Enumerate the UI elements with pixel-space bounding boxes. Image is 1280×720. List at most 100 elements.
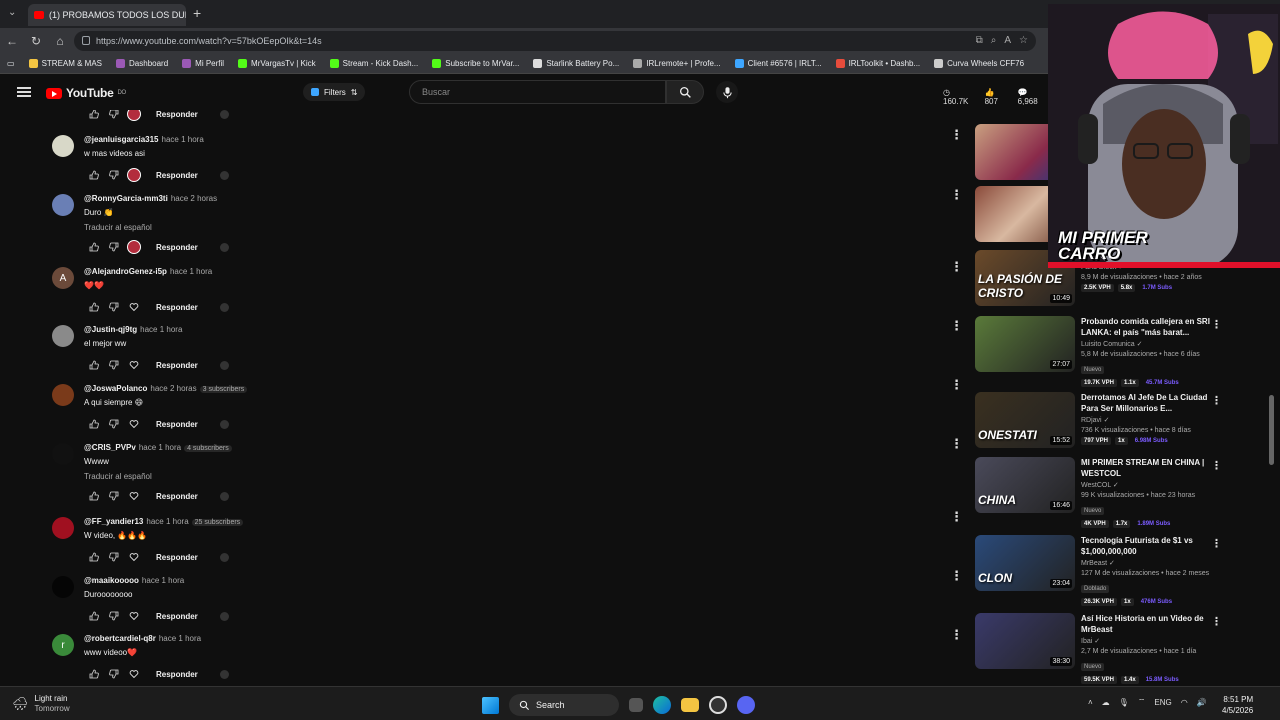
video-title[interactable]: MI PRIMER STREAM EN CHINA | WESTCOL xyxy=(1081,457,1216,479)
heart-icon[interactable] xyxy=(124,358,144,372)
video-title[interactable]: Así Hice Historia en un Video de MrBeast xyxy=(1081,613,1216,635)
comment-time[interactable]: hace 1 hora xyxy=(162,135,204,144)
heart-icon[interactable] xyxy=(124,300,144,314)
dislike-icon[interactable] xyxy=(104,168,124,182)
like-icon[interactable] xyxy=(84,417,104,431)
comment-time[interactable]: hace 1 hora xyxy=(170,267,212,276)
more-actions-icon[interactable]: ⋮ xyxy=(950,510,963,523)
bookmark-item[interactable]: Mi Perfil xyxy=(175,59,231,68)
like-icon[interactable] xyxy=(84,300,104,314)
network-icon[interactable]: ⌔ xyxy=(1138,697,1146,707)
taskbar-search[interactable]: Search xyxy=(509,694,619,716)
reply-button[interactable]: Responder xyxy=(156,171,198,180)
read-aloud-icon[interactable]: A xyxy=(1004,35,1011,46)
like-icon[interactable] xyxy=(84,168,104,182)
like-icon[interactable] xyxy=(84,110,104,121)
comment-author[interactable]: @robertcardiel-q8r xyxy=(84,634,156,643)
bookmarks-menu-icon[interactable]: ▭ xyxy=(0,59,22,68)
favorite-star-icon[interactable]: ☆ xyxy=(1019,35,1028,46)
bookmark-item[interactable]: Client #6576 | IRLT... xyxy=(728,59,829,68)
like-icon[interactable] xyxy=(84,667,104,681)
dislike-icon[interactable] xyxy=(104,489,124,503)
like-icon[interactable] xyxy=(84,609,104,623)
voice-search-button[interactable] xyxy=(716,81,738,103)
bookmark-item[interactable]: IRLToolkit • Dashb... xyxy=(829,59,928,68)
bookmark-item[interactable]: Curva Wheels CFF76 xyxy=(927,59,1031,68)
task-view-icon[interactable] xyxy=(629,698,643,712)
dislike-icon[interactable] xyxy=(104,667,124,681)
browser-tab-active[interactable]: (1) PROBAMOS TODOS LOS DULC ✕ xyxy=(28,4,186,26)
dislike-icon[interactable] xyxy=(104,240,124,254)
more-actions-icon[interactable]: ⋮ xyxy=(950,569,963,582)
comment-author[interactable]: @CRIS_PVPv xyxy=(84,443,136,452)
onedrive-icon[interactable]: ☁ xyxy=(1102,698,1110,707)
comment-author[interactable]: @FF_yandier13 xyxy=(84,517,143,526)
reply-button[interactable]: Responder xyxy=(156,420,198,429)
obs-app-icon[interactable] xyxy=(709,696,727,714)
dislike-icon[interactable] xyxy=(104,358,124,372)
dislike-icon[interactable] xyxy=(104,300,124,314)
discord-app-icon[interactable] xyxy=(737,696,755,714)
reload-icon[interactable]: ↻ xyxy=(24,34,48,48)
avatar[interactable] xyxy=(52,384,74,406)
youtube-logo[interactable]: YouTube DO xyxy=(46,86,126,100)
wifi-icon[interactable]: ◠ xyxy=(1181,698,1188,707)
avatar[interactable] xyxy=(52,576,74,598)
avatar[interactable] xyxy=(52,325,74,347)
home-icon[interactable]: ⌂ xyxy=(48,34,72,48)
search-button[interactable] xyxy=(666,80,704,104)
heart-icon[interactable] xyxy=(124,417,144,431)
avatar[interactable]: r xyxy=(52,634,74,656)
more-actions-icon[interactable]: ⋮ xyxy=(950,260,963,273)
bookmark-item[interactable]: MrVargasTv | Kick xyxy=(231,59,323,68)
video-thumbnail[interactable]: 38:30 xyxy=(975,613,1075,669)
comment-author[interactable]: @AlejandroGenez-i5p xyxy=(84,267,167,276)
channel-name[interactable]: MrBeast ✓ xyxy=(1081,559,1216,567)
channel-name[interactable]: Luisito Comunica ✓ xyxy=(1081,340,1216,348)
windows-start-icon[interactable] xyxy=(482,696,499,714)
comment-time[interactable]: hace 1 hora xyxy=(139,443,181,452)
channel-name[interactable]: RDjavi ✓ xyxy=(1081,416,1216,424)
comment-author[interactable]: @JoswaPolanco xyxy=(84,384,147,393)
filters-button[interactable]: Filters ⇅ xyxy=(303,83,366,101)
tab-list-icon[interactable]: ⌄ xyxy=(8,7,16,18)
like-icon[interactable] xyxy=(84,240,104,254)
sidebar-video[interactable]: ONESTATI 15:52 Derrotamos Al Jefe De La Ci… xyxy=(975,392,1265,456)
translate-link[interactable]: Traducir al español xyxy=(84,223,684,232)
comment-author[interactable]: @Justin-qj9tg xyxy=(84,325,137,334)
weather-widget[interactable]: 🌧 Light rain Tomorrow xyxy=(12,694,70,714)
more-actions-icon[interactable]: ⋮ xyxy=(950,378,963,391)
comment-author[interactable]: @maaikooooo xyxy=(84,576,139,585)
comment-author[interactable]: @RonnyGarcia-mm3ti xyxy=(84,194,168,203)
menu-icon[interactable] xyxy=(17,87,31,97)
more-actions-icon[interactable]: ⋮ xyxy=(1211,459,1222,472)
file-explorer-icon[interactable] xyxy=(681,698,699,712)
heart-icon[interactable] xyxy=(124,667,144,681)
reply-button[interactable]: Responder xyxy=(156,361,198,370)
translate-link[interactable]: Traducir al español xyxy=(84,472,684,481)
avatar[interactable] xyxy=(52,517,74,539)
more-actions-icon[interactable]: ⋮ xyxy=(950,188,963,201)
sidebar-video[interactable]: CHINA 16:46 MI PRIMER STREAM EN CHINA | WE… xyxy=(975,457,1265,528)
search-input[interactable]: Buscar xyxy=(409,80,666,104)
video-thumbnail[interactable]: ONESTATI 15:52 xyxy=(975,392,1075,448)
video-title[interactable]: Derrotamos Al Jefe De La Ciudad Para Ser… xyxy=(1081,392,1216,414)
video-thumbnail[interactable]: CHINA 16:46 xyxy=(975,457,1075,513)
comment-time[interactable]: hace 1 hora xyxy=(159,634,201,643)
bookmark-item[interactable]: IRLremote+ | Profe... xyxy=(626,59,727,68)
more-actions-icon[interactable]: ⋮ xyxy=(950,628,963,641)
taskbar-clock[interactable]: 8:51 PM 4/5/2026 xyxy=(1222,694,1253,716)
site-info-icon[interactable] xyxy=(82,36,90,45)
comment-time[interactable]: hace 1 hora xyxy=(140,325,182,334)
avatar[interactable] xyxy=(52,135,74,157)
more-actions-icon[interactable]: ⋮ xyxy=(1211,318,1222,331)
heart-icon[interactable] xyxy=(124,489,144,503)
video-title[interactable]: Tecnología Futurista de $1 vs $1,000,000… xyxy=(1081,535,1216,557)
comment-time[interactable]: hace 2 horas xyxy=(150,384,196,393)
comment-time[interactable]: hace 1 hora xyxy=(142,576,184,585)
bookmark-item[interactable]: STREAM & MAS xyxy=(22,59,109,68)
heart-icon[interactable] xyxy=(124,609,144,623)
reply-button[interactable]: Responder xyxy=(156,303,198,312)
video-thumbnail[interactable]: 27:07 xyxy=(975,316,1075,372)
bookmark-item[interactable]: Dashboard xyxy=(109,59,175,68)
